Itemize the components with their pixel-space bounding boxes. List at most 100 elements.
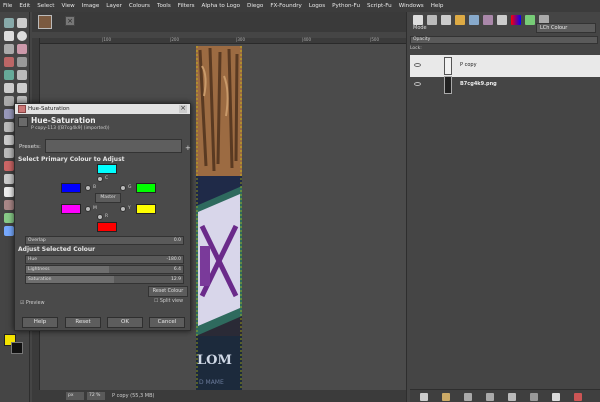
artwork-graphic: LOM D MAME: [196, 46, 242, 390]
ok-button[interactable]: OK: [107, 317, 143, 328]
menu-item-logos[interactable]: Logos: [309, 3, 325, 9]
layer-name: P copy: [460, 62, 477, 68]
green-swatch: [136, 183, 156, 193]
ink-icon[interactable]: [4, 200, 14, 210]
add-preset-icon[interactable]: +: [185, 144, 191, 152]
new-group-icon[interactable]: [442, 393, 450, 401]
menu-item-layer[interactable]: Layer: [106, 3, 122, 9]
image-thumbnail[interactable]: [38, 15, 52, 29]
bucket-fill-icon[interactable]: [4, 161, 14, 171]
close-tab-icon[interactable]: ×: [65, 16, 75, 26]
reset-colour-button[interactable]: Reset Colour: [148, 286, 188, 297]
raise-layer-icon[interactable]: [464, 393, 472, 401]
overlap-slider[interactable]: Overlap 0.0: [25, 236, 184, 245]
menu-item-select[interactable]: Select: [37, 3, 54, 9]
lock-row: Lock:: [410, 46, 600, 54]
fuzzy-select-icon[interactable]: [17, 44, 27, 54]
yellow-radio[interactable]: [120, 206, 126, 212]
lightness-value[interactable]: 6.4: [174, 266, 181, 273]
ruler-tick: |400: [302, 37, 311, 42]
heal-icon[interactable]: [4, 213, 14, 223]
mask-layer-icon[interactable]: [552, 393, 560, 401]
visibility-eye-icon[interactable]: [414, 63, 421, 67]
foreground-select-icon[interactable]: [4, 70, 14, 80]
lightness-label: Lightness: [28, 267, 50, 272]
opacity-slider[interactable]: Opacity: [410, 36, 598, 44]
presets-label: Presets:: [19, 144, 41, 150]
ruler-tick: |100: [102, 37, 111, 42]
saturation-slider[interactable]: Saturation 12.9: [25, 275, 184, 284]
shear-icon[interactable]: [4, 122, 14, 132]
reset-button[interactable]: Reset: [65, 317, 101, 328]
paths-icon[interactable]: [17, 70, 27, 80]
menu-item-image[interactable]: Image: [82, 3, 100, 9]
hue-value[interactable]: -180.0: [166, 256, 181, 263]
split-view-checkbox[interactable]: ☐ Split view: [154, 299, 183, 304]
green-radio[interactable]: [120, 185, 126, 191]
menu-item-script-fu[interactable]: Script-Fu: [367, 3, 392, 9]
menu-item-diego[interactable]: Diego: [247, 3, 263, 9]
overlap-value[interactable]: 0.0: [174, 237, 181, 244]
move-tool-icon[interactable]: [4, 18, 14, 28]
new-layer-icon[interactable]: [420, 393, 428, 401]
ellipse-select-icon[interactable]: [17, 31, 27, 41]
presets-combo[interactable]: [45, 139, 182, 153]
layer-row[interactable]: B7cg4k9.png: [410, 74, 600, 96]
anchor-layer-icon[interactable]: [530, 393, 538, 401]
eraser-icon[interactable]: [4, 187, 14, 197]
menubar: File Edit Select View Image Layer Colours Tools…: [0, 0, 600, 12]
visibility-eye-icon[interactable]: [414, 82, 421, 86]
zoom-select[interactable]: 72 %: [87, 392, 105, 400]
menu-item-help[interactable]: Help: [431, 3, 444, 9]
menu-item-python-fu[interactable]: Python-Fu: [332, 3, 360, 9]
saturation-label: Saturation: [28, 277, 52, 282]
cancel-button[interactable]: Cancel: [149, 317, 185, 328]
menu-item-fx-foundry[interactable]: FX-Foundry: [270, 3, 301, 9]
dialog-titlebar[interactable]: Hue-Saturation ×: [15, 104, 190, 114]
menu-item-colours[interactable]: Colours: [129, 3, 150, 9]
menu-item-alpha-to-logo[interactable]: Alpha to Logo: [202, 3, 241, 9]
background-color-swatch[interactable]: [11, 342, 23, 354]
lower-layer-icon[interactable]: [486, 393, 494, 401]
measure-icon[interactable]: [4, 96, 14, 106]
scissors-icon[interactable]: [17, 57, 27, 67]
preview-checkbox[interactable]: ☑ Preview: [20, 301, 45, 306]
cyan-radio[interactable]: [97, 176, 103, 182]
color-select-icon[interactable]: [4, 57, 14, 67]
layers-button-bar: [410, 389, 600, 402]
pencil-icon[interactable]: [4, 174, 14, 184]
red-radio[interactable]: [97, 214, 103, 220]
rect-select-icon[interactable]: [4, 31, 14, 41]
blue-radio-label: B: [93, 185, 97, 190]
magenta-radio[interactable]: [85, 206, 91, 212]
lightness-slider[interactable]: Lightness 6.4: [25, 265, 184, 274]
help-button[interactable]: Help: [22, 317, 58, 328]
hue-slider[interactable]: Hue -180.0: [25, 255, 184, 264]
mode-select[interactable]: LCh Colour: [536, 23, 596, 33]
magenta-radio-label: M: [93, 206, 97, 211]
zoom-icon[interactable]: [17, 83, 27, 93]
color-picker-icon[interactable]: [4, 83, 14, 93]
blue-radio[interactable]: [85, 185, 91, 191]
duplicate-layer-icon[interactable]: [508, 393, 516, 401]
unit-select[interactable]: px: [66, 392, 84, 400]
blur-icon[interactable]: [4, 226, 14, 236]
menu-item-edit[interactable]: Edit: [19, 3, 30, 9]
rotate-icon[interactable]: [4, 109, 14, 119]
master-button[interactable]: Master: [95, 193, 121, 203]
split-view-label: Split view: [159, 299, 184, 304]
align-tool-icon[interactable]: [17, 18, 27, 28]
layer-thumbnail: [444, 57, 452, 75]
lasso-icon[interactable]: [4, 44, 14, 54]
menu-item-windows[interactable]: Windows: [399, 3, 424, 9]
close-icon[interactable]: ×: [179, 105, 187, 113]
saturation-value[interactable]: 12.9: [171, 276, 181, 283]
flip-icon[interactable]: [4, 135, 14, 145]
image-artwork[interactable]: LOM D MAME: [196, 46, 242, 390]
menu-item-filters[interactable]: Filters: [178, 3, 195, 9]
menu-item-tools[interactable]: Tools: [157, 3, 171, 9]
menu-item-view[interactable]: View: [61, 3, 74, 9]
menu-item-file[interactable]: File: [3, 3, 12, 9]
delete-layer-icon[interactable]: [574, 393, 582, 401]
warp-icon[interactable]: [4, 148, 14, 158]
